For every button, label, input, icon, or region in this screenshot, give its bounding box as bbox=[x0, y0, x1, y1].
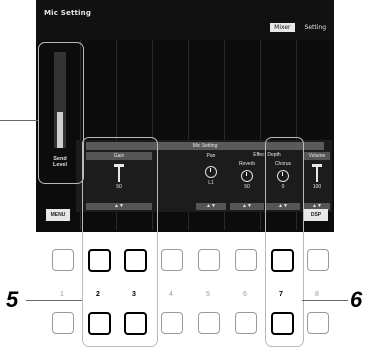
reverb-knob-icon bbox=[241, 170, 253, 182]
pan-header: Pan bbox=[206, 153, 216, 159]
button-number-2: 2 bbox=[96, 291, 100, 298]
lower-button-3[interactable] bbox=[124, 312, 147, 335]
button-number-4: 4 bbox=[169, 291, 173, 298]
callout-5: 5 bbox=[6, 287, 19, 312]
lower-button-4[interactable] bbox=[161, 312, 183, 334]
send-level-highlight bbox=[38, 42, 84, 184]
reverb-arrows-icon: ▲▼ bbox=[230, 203, 264, 210]
title-bar: Mic Setting Mixer Setting bbox=[36, 0, 334, 40]
button-number-7: 7 bbox=[279, 291, 283, 298]
lower-button-6[interactable] bbox=[235, 312, 257, 334]
lower-button-2[interactable] bbox=[88, 312, 111, 335]
volume-value: 100 bbox=[312, 184, 322, 190]
button-number-8: 8 bbox=[315, 291, 319, 298]
button-number-3: 3 bbox=[132, 291, 136, 298]
volume-column[interactable]: Volume 100 ▲▼ bbox=[304, 152, 330, 210]
button-number-1: 1 bbox=[60, 291, 64, 298]
volume-header: Volume bbox=[304, 152, 330, 160]
upper-button-6[interactable] bbox=[235, 249, 257, 271]
reverb-header: Reverb bbox=[238, 161, 256, 167]
upper-button-7[interactable] bbox=[271, 249, 294, 272]
screen-title: Mic Setting bbox=[44, 9, 92, 17]
tab-setting[interactable]: Setting bbox=[301, 23, 330, 32]
upper-button-8[interactable] bbox=[307, 249, 329, 271]
send-level-leader bbox=[0, 120, 38, 121]
mode-tabs: Mixer Setting bbox=[270, 23, 330, 32]
callout-5-leader bbox=[26, 300, 82, 301]
pan-value: L1 bbox=[208, 180, 214, 186]
pan-knob-icon bbox=[205, 166, 217, 178]
tab-mixer[interactable]: Mixer bbox=[270, 23, 295, 32]
pan-arrows-icon: ▲▼ bbox=[196, 203, 226, 210]
button-number-5: 5 bbox=[206, 291, 210, 298]
callout-6-leader bbox=[302, 300, 348, 301]
upper-button-4[interactable] bbox=[161, 249, 183, 271]
lower-button-5[interactable] bbox=[198, 312, 220, 334]
button-number-6: 6 bbox=[243, 291, 247, 298]
volume-slider-icon bbox=[312, 164, 322, 182]
reverb-value: 50 bbox=[244, 184, 250, 190]
upper-button-5[interactable] bbox=[198, 249, 220, 271]
pan-column[interactable]: Pan L1 ▲▼ bbox=[196, 152, 226, 210]
dsp-button[interactable]: DSP bbox=[304, 209, 328, 221]
lower-button-1[interactable] bbox=[52, 312, 74, 334]
lower-button-7[interactable] bbox=[271, 312, 294, 335]
lower-button-8[interactable] bbox=[307, 312, 329, 334]
upper-button-3[interactable] bbox=[124, 249, 147, 272]
upper-button-2[interactable] bbox=[88, 249, 111, 272]
upper-button-1[interactable] bbox=[52, 249, 74, 271]
menu-button[interactable]: MENU bbox=[46, 209, 70, 221]
callout-6: 6 bbox=[350, 287, 363, 312]
reverb-column[interactable]: Reverb 50 ▲▼ bbox=[230, 160, 264, 210]
